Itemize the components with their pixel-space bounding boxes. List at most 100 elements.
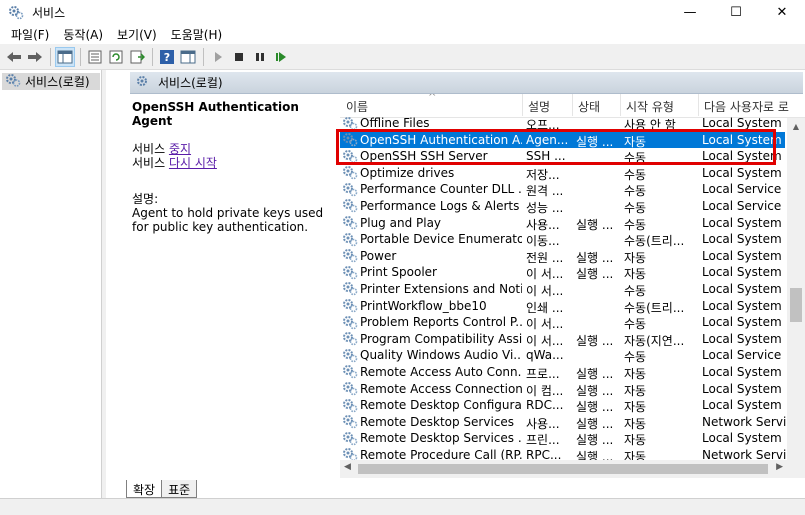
- service-row[interactable]: Printer Extensions and Noti... 이 서... 수동 Lo…: [340, 281, 785, 298]
- service-log-on-as: Local System: [702, 248, 782, 263]
- service-status: 실행 ...: [576, 416, 614, 431]
- stop-service-line: 서비스 중지: [132, 142, 332, 156]
- service-row[interactable]: PrintWorkflow_bbe10 인쇄 ... 수동(트리... Local S…: [340, 298, 785, 315]
- service-description: qWa...: [526, 348, 564, 363]
- help-icon[interactable]: ?: [157, 47, 177, 67]
- service-row[interactable]: Print Spooler 이 서... 실행 ... 자동 Local System: [340, 264, 785, 281]
- service-startup-type: 자동: [624, 134, 647, 149]
- services-gear-icon: [5, 73, 21, 90]
- column-divider[interactable]: [522, 94, 523, 116]
- pause-service-icon[interactable]: [250, 47, 270, 67]
- scroll-right-icon[interactable]: ▶: [776, 462, 783, 472]
- stop-service-icon[interactable]: [229, 47, 249, 67]
- service-row[interactable]: Performance Counter DLL ... 원격 ... 수동 Local…: [340, 181, 785, 198]
- service-row[interactable]: Optimize drives 저장... 수동 Local System: [340, 165, 785, 182]
- service-description: 프로...: [526, 366, 560, 381]
- sort-ascending-icon: ^: [428, 94, 437, 103]
- service-name: OpenSSH SSH Server: [360, 149, 488, 164]
- service-log-on-as: Local System: [702, 132, 782, 147]
- service-startup-type: 자동: [624, 383, 647, 398]
- tab-standard[interactable]: 표준: [161, 480, 198, 498]
- service-row[interactable]: Quality Windows Audio Vi... qWa... 수동 Local…: [340, 347, 785, 364]
- start-service-icon[interactable]: [208, 47, 228, 67]
- stop-service-link[interactable]: 중지: [169, 142, 191, 156]
- vertical-scroll-thumb[interactable]: [790, 288, 802, 322]
- service-startup-type: 수동: [624, 317, 647, 332]
- service-row[interactable]: Remote Desktop Configura... RDC... 실행 ... 자…: [340, 397, 785, 414]
- service-description: 이 서...: [526, 267, 564, 282]
- column-divider[interactable]: [620, 94, 621, 116]
- column-log-on-as[interactable]: 다음 사용자로 로: [704, 98, 789, 115]
- service-startup-type: 사용 안 함: [624, 118, 676, 132]
- column-description[interactable]: 설명: [528, 98, 550, 115]
- minimize-button[interactable]: —: [667, 0, 713, 24]
- service-startup-type: 수동: [624, 200, 647, 215]
- menu-file[interactable]: 파일(F): [4, 26, 56, 43]
- close-button[interactable]: ✕: [759, 0, 805, 24]
- service-gear-icon: [342, 231, 358, 247]
- service-row[interactable]: Remote Desktop Services ... 프린... 실행 ... 자동…: [340, 430, 785, 447]
- service-description: 이 서...: [526, 317, 564, 332]
- service-startup-type: 수동: [624, 184, 647, 199]
- horizontal-scroll-thumb[interactable]: [358, 464, 768, 474]
- service-row[interactable]: Offline Files 오프... 사용 안 함 Local System: [340, 115, 785, 132]
- service-row[interactable]: Program Compatibility Assi... 이 서... 실행 ..…: [340, 331, 785, 348]
- horizontal-scrollbar[interactable]: ◀ ▶: [340, 460, 787, 478]
- menu-help[interactable]: 도움말(H): [164, 26, 230, 43]
- service-row[interactable]: Power 전원 ... 실행 ... 자동 Local System: [340, 248, 785, 265]
- service-row[interactable]: Remote Access Connection... 이 컴... 실행 ... 자…: [340, 381, 785, 398]
- service-gear-icon: [342, 132, 358, 148]
- service-row[interactable]: Remote Desktop Services 사용... 실행 ... 자동 Netw…: [340, 414, 786, 431]
- forward-arrow-icon[interactable]: [25, 47, 45, 67]
- column-startup-type[interactable]: 시작 유형: [626, 98, 674, 115]
- service-status: 실행 ...: [576, 333, 614, 348]
- export-list-icon[interactable]: [127, 47, 147, 67]
- service-log-on-as: Local System: [702, 215, 782, 230]
- description-label: 설명:: [132, 192, 159, 206]
- show-console-tree-icon[interactable]: [55, 46, 75, 67]
- tree-item-services-local[interactable]: 서비스(로컬): [2, 73, 100, 90]
- service-log-on-as: Local System: [702, 232, 782, 247]
- service-row[interactable]: Performance Logs & Alerts 성능 ... 수동 Local S…: [340, 198, 785, 215]
- menu-bar: 파일(F) 동작(A) 보기(V) 도움말(H): [0, 24, 805, 44]
- service-log-on-as: Local System: [702, 281, 782, 296]
- service-description: 이 서...: [526, 283, 564, 298]
- service-log-on-as: Local Service: [702, 182, 782, 197]
- service-log-on-as: Local System: [702, 381, 782, 396]
- scroll-up-icon[interactable]: ▲: [787, 118, 805, 134]
- restart-service-link[interactable]: 다시 시작: [169, 156, 217, 170]
- column-divider[interactable]: [572, 94, 573, 116]
- restart-service-icon[interactable]: [271, 47, 291, 67]
- vertical-scrollbar[interactable]: ▲: [787, 118, 805, 472]
- service-row[interactable]: Plug and Play 사용... 실행 ... 수동 Local System: [340, 215, 785, 232]
- column-divider[interactable]: [698, 94, 699, 116]
- service-description: 성능 ...: [526, 200, 564, 215]
- menu-view[interactable]: 보기(V): [110, 26, 164, 43]
- tab-extended[interactable]: 확장: [126, 480, 163, 498]
- service-row[interactable]: Remote Access Auto Conn... 프로... 실행 ... 자동 L…: [340, 364, 785, 381]
- properties-icon[interactable]: [85, 47, 105, 67]
- service-gear-icon: [342, 115, 358, 131]
- service-row[interactable]: OpenSSH Authentication A... Agen... 실행 ...…: [340, 131, 785, 149]
- back-arrow-icon[interactable]: [4, 47, 24, 67]
- toolbar-separator: [50, 47, 51, 66]
- menu-action[interactable]: 동작(A): [56, 26, 110, 43]
- maximize-button[interactable]: ☐: [713, 0, 759, 24]
- scroll-left-icon[interactable]: ◀: [344, 462, 351, 472]
- service-row[interactable]: Portable Device Enumerato... 이동... 수동(트리..…: [340, 231, 785, 248]
- title-bar: 서비스 — ☐ ✕: [0, 0, 805, 24]
- service-row[interactable]: Problem Reports Control P... 이 서... 수동 Loca…: [340, 314, 785, 331]
- service-gear-icon: [342, 397, 358, 413]
- service-name: Print Spooler: [360, 265, 437, 280]
- service-log-on-as: Local System: [702, 364, 782, 379]
- show-action-pane-icon[interactable]: [178, 47, 198, 67]
- service-gear-icon: [342, 430, 358, 446]
- service-name: Program Compatibility Assi...: [360, 331, 522, 346]
- service-startup-type: 수동(트리...: [624, 300, 685, 315]
- service-row[interactable]: OpenSSH SSH Server SSH ... 수동 Local System: [340, 148, 785, 165]
- column-name[interactable]: 이름: [346, 98, 368, 115]
- service-status: 실행 ...: [576, 433, 614, 448]
- service-status: 실행 ...: [576, 217, 614, 232]
- refresh-icon[interactable]: [106, 47, 126, 67]
- column-status[interactable]: 상태: [578, 98, 600, 115]
